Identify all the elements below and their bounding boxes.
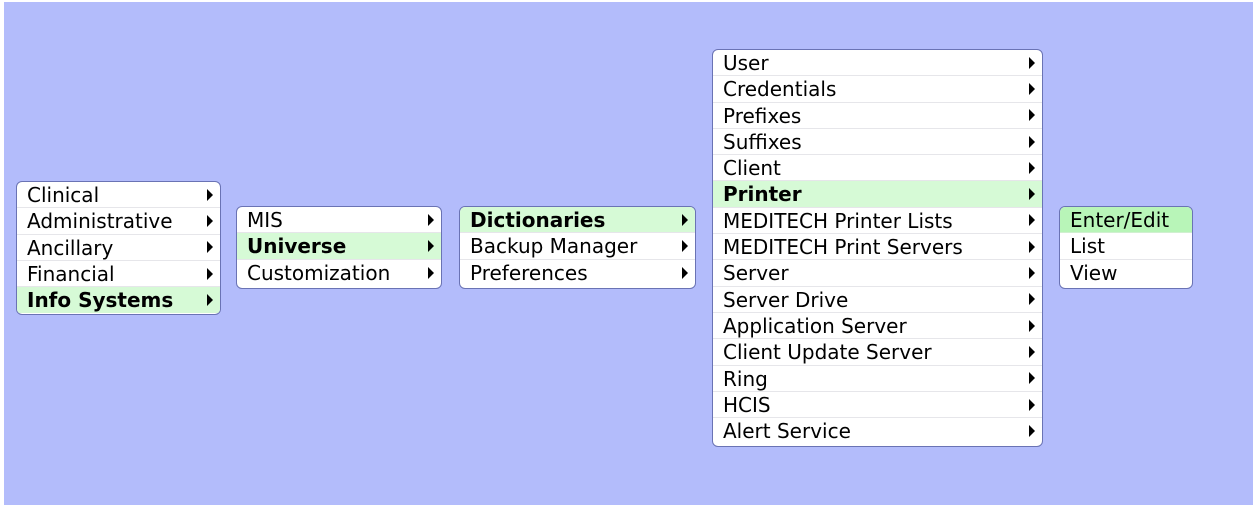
menu-item-user[interactable]: User xyxy=(713,50,1042,77)
submenu-arrow-icon xyxy=(1029,398,1035,411)
menu-item-view[interactable]: View xyxy=(1060,260,1192,286)
menu-item-financial[interactable]: Financial xyxy=(17,261,220,288)
submenu-arrow-icon xyxy=(207,188,213,201)
menu-level2: MIS Universe Customization xyxy=(236,206,442,289)
submenu-arrow-icon xyxy=(428,266,434,279)
menu-item-administrative[interactable]: Administrative xyxy=(17,208,220,235)
submenu-arrow-icon xyxy=(1029,56,1035,69)
menu-item-label: List xyxy=(1070,234,1105,259)
menu-item-client[interactable]: Client xyxy=(713,155,1042,182)
menu-item-meditech-printer-lists[interactable]: MEDITECH Printer Lists xyxy=(713,208,1042,235)
submenu-arrow-icon xyxy=(1029,135,1035,148)
menu-item-ring[interactable]: Ring xyxy=(713,366,1042,392)
menu-item-label: Credentials xyxy=(723,77,837,102)
submenu-arrow-icon xyxy=(1029,319,1035,332)
menu-item-label: Ancillary xyxy=(27,235,114,260)
menu-item-info-systems[interactable]: Info Systems xyxy=(17,287,220,314)
menu-item-printer[interactable]: Printer xyxy=(713,181,1042,208)
menu-item-label: Ring xyxy=(723,366,768,391)
submenu-arrow-icon xyxy=(1029,293,1035,306)
menu-item-ancillary[interactable]: Ancillary xyxy=(17,235,220,261)
menu-item-label: Server xyxy=(723,261,789,286)
submenu-arrow-icon xyxy=(1029,240,1035,253)
menu-item-hcis[interactable]: HCIS xyxy=(713,392,1042,419)
menu-item-label: Suffixes xyxy=(723,129,802,154)
menu-item-preferences[interactable]: Preferences xyxy=(460,260,695,286)
submenu-arrow-icon xyxy=(682,239,688,252)
submenu-arrow-icon xyxy=(1029,161,1035,174)
menu-item-backup-manager[interactable]: Backup Manager xyxy=(460,233,695,260)
submenu-arrow-icon xyxy=(682,266,688,279)
menu-item-label: Dictionaries xyxy=(470,208,606,232)
menu-canvas: Clinical Administrative Ancillary Financ… xyxy=(4,2,1253,505)
menu-item-meditech-print-servers[interactable]: MEDITECH Print Servers xyxy=(713,234,1042,261)
menu-item-label: Universe xyxy=(247,234,347,259)
submenu-arrow-icon xyxy=(1029,372,1035,385)
menu-item-label: MEDITECH Print Servers xyxy=(723,235,963,260)
menu-item-enter-edit[interactable]: Enter/Edit xyxy=(1060,207,1192,234)
menu-item-client-update-server[interactable]: Client Update Server xyxy=(713,339,1042,366)
menu-item-label: Application Server xyxy=(723,313,907,338)
menu-level5: Enter/Edit List View xyxy=(1059,206,1193,289)
menu-item-universe[interactable]: Universe xyxy=(237,233,441,260)
menu-item-suffixes[interactable]: Suffixes xyxy=(713,129,1042,156)
menu-item-clinical[interactable]: Clinical xyxy=(17,182,220,209)
menu-item-dictionaries[interactable]: Dictionaries xyxy=(460,207,695,234)
menu-item-label: Customization xyxy=(247,260,391,285)
menu-item-label: Server Drive xyxy=(723,287,849,312)
submenu-arrow-icon xyxy=(207,294,213,307)
menu-item-label: Client Update Server xyxy=(723,340,932,365)
menu-item-list[interactable]: List xyxy=(1060,233,1192,260)
submenu-arrow-icon xyxy=(1029,214,1035,227)
submenu-arrow-icon xyxy=(1029,109,1035,122)
menu-item-label: Clinical xyxy=(27,183,100,207)
menu-item-label: HCIS xyxy=(723,392,771,417)
menu-item-customization[interactable]: Customization xyxy=(237,260,441,286)
submenu-arrow-icon xyxy=(1029,345,1035,358)
menu-item-label: MEDITECH Printer Lists xyxy=(723,208,953,233)
submenu-arrow-icon xyxy=(428,213,434,226)
menu-item-prefixes[interactable]: Prefixes xyxy=(713,103,1042,129)
menu-item-label: Administrative xyxy=(27,209,173,234)
submenu-arrow-icon xyxy=(1029,188,1035,201)
menu-item-label: MIS xyxy=(247,208,283,232)
menu-item-alert-service[interactable]: Alert Service xyxy=(713,418,1042,444)
menu-item-label: Preferences xyxy=(470,260,588,285)
menu-level4: User Credentials Prefixes Suffixes Clien… xyxy=(712,49,1043,447)
menu-item-label: User xyxy=(723,51,769,75)
menu-item-application-server[interactable]: Application Server xyxy=(713,313,1042,340)
submenu-arrow-icon xyxy=(207,214,213,227)
submenu-arrow-icon xyxy=(1029,82,1035,95)
submenu-arrow-icon xyxy=(428,239,434,252)
menu-item-label: Enter/Edit xyxy=(1070,208,1170,232)
menu-item-label: Financial xyxy=(27,261,115,286)
menu-item-label: View xyxy=(1070,260,1118,285)
submenu-arrow-icon xyxy=(1029,267,1035,280)
menu-item-server-drive[interactable]: Server Drive xyxy=(713,287,1042,313)
menu-item-label: Alert Service xyxy=(723,419,851,444)
submenu-arrow-icon xyxy=(682,213,688,226)
menu-level1: Clinical Administrative Ancillary Financ… xyxy=(16,181,221,315)
menu-level3: Dictionaries Backup Manager Preferences xyxy=(459,206,696,289)
menu-item-server[interactable]: Server xyxy=(713,260,1042,287)
submenu-arrow-icon xyxy=(207,241,213,254)
menu-item-mis[interactable]: MIS xyxy=(237,207,441,234)
menu-item-label: Printer xyxy=(723,182,802,207)
submenu-arrow-icon xyxy=(207,267,213,280)
menu-item-label: Prefixes xyxy=(723,103,802,128)
menu-item-label: Backup Manager xyxy=(470,234,638,259)
menu-item-label: Info Systems xyxy=(27,288,174,313)
submenu-arrow-icon xyxy=(1029,425,1035,438)
menu-item-label: Client xyxy=(723,156,781,181)
menu-item-credentials[interactable]: Credentials xyxy=(713,76,1042,103)
